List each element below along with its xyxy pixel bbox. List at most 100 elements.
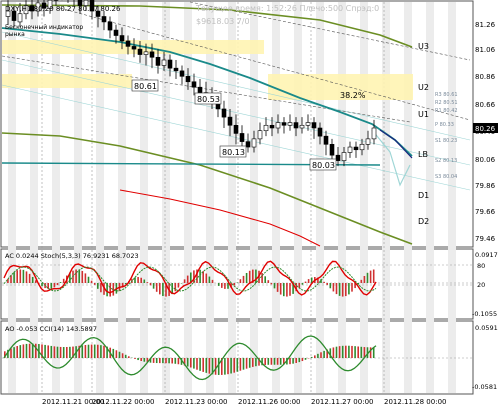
ao-bar: [279, 358, 282, 365]
ao-bar: [193, 358, 195, 369]
session-band: [74, 2, 82, 393]
ao-bar: [171, 358, 173, 364]
candle-body: [107, 21, 113, 31]
session-band: [360, 2, 368, 393]
candle-body: [347, 146, 353, 153]
price-axis[interactable]: 81.26 81.06 80.86 80.66 80.46 80.26 80.0…: [473, 21, 498, 243]
ao-bar: [168, 358, 170, 364]
ac-bar: [369, 270, 372, 283]
ac-bar: [56, 283, 59, 286]
ao-bar: [323, 350, 325, 358]
ac-bar: [338, 283, 341, 296]
ao-bar: [174, 358, 177, 364]
ao-bar: [177, 358, 180, 365]
ao-bar: [115, 350, 118, 358]
ao-bar: [276, 358, 279, 365]
ac-bar: [100, 283, 102, 293]
ac-bar: [217, 283, 220, 286]
ao-bar: [273, 358, 276, 365]
ac-bar: [90, 280, 93, 283]
ao-bar: [159, 358, 161, 364]
candle-body: [311, 122, 317, 129]
ao-bar: [118, 351, 121, 358]
ao-bar: [351, 345, 353, 358]
ac-bar: [41, 283, 43, 287]
ao-bar: [233, 358, 235, 373]
ao-bar: [348, 345, 350, 358]
ac-bar: [351, 283, 353, 292]
ac-bar: [267, 280, 270, 283]
candle-body: [281, 122, 287, 126]
ac-bar: [227, 283, 229, 289]
candle-body: [179, 70, 185, 77]
ao-bar: [44, 344, 46, 358]
ac-bar: [177, 283, 180, 288]
indicator-note: Бесконечный индикатор: [5, 24, 83, 31]
ao-bar: [298, 358, 301, 363]
session-band: [228, 2, 236, 393]
session-band: [30, 2, 38, 393]
candle-body: [293, 122, 299, 129]
ac-bar: [199, 269, 201, 283]
price-tick: 80.06: [475, 156, 496, 164]
session-band: [184, 2, 192, 393]
price-tick: 79.46: [475, 235, 496, 243]
ac-bar: [140, 277, 142, 283]
ao-tick: 0.0591: [475, 324, 498, 332]
ac-bar: [159, 283, 161, 295]
ac-bar: [304, 281, 307, 283]
ac-bar: [264, 276, 266, 283]
time-axis[interactable]: 2012.11.21 00:00 2012.11.22 00:00 2012.1…: [42, 398, 446, 406]
candle-body: [371, 127, 377, 140]
ao-bar: [236, 358, 239, 372]
session-band: [140, 2, 148, 393]
ao-bar: [62, 347, 65, 358]
current-price-label: 80.26: [475, 125, 496, 133]
ao-bar: [196, 358, 198, 370]
trading-chart[interactable]: DXY,H1 80.20 80.27 80.17 80.26 Текущее в…: [0, 0, 500, 408]
session-band: [272, 2, 280, 393]
ao-bar: [134, 358, 136, 359]
candle-body: [197, 86, 203, 93]
ac-bar: [224, 283, 226, 289]
session-band: [206, 2, 214, 393]
ac-bar: [186, 275, 189, 283]
ao-bar: [53, 346, 56, 358]
ac-bar: [25, 271, 28, 283]
main-price-panel[interactable]: [0, 0, 474, 248]
level-lb: LB: [418, 150, 428, 159]
candle-body: [149, 51, 155, 58]
time-tick: 2012.11.26 00:00: [238, 398, 300, 406]
ac-stoch-label: AC 0.0244 Stoch(5,3,3) 76.9231 68.7023: [5, 252, 139, 260]
candle-body: [329, 144, 335, 156]
ac-tick: -0.1055: [472, 310, 497, 318]
ao-bar: [59, 346, 62, 358]
ao-bar: [270, 358, 273, 365]
ac-bar: [202, 271, 204, 283]
level-u1: U1: [418, 110, 429, 119]
ao-bar: [199, 358, 201, 371]
ac-tick: 0.0917: [475, 251, 498, 259]
ao-bar: [205, 358, 208, 373]
ac-bar: [298, 283, 301, 288]
ac-bar: [81, 270, 84, 283]
ao-bar: [22, 344, 25, 358]
ao-bar: [239, 358, 242, 371]
ao-bar: [35, 343, 37, 358]
ao-bar: [202, 358, 204, 372]
candle-body: [143, 51, 149, 55]
ac-bar: [270, 283, 273, 285]
price-tick: 80.66: [475, 101, 496, 109]
ac-bar: [372, 269, 375, 283]
ao-tick: -0.0581: [472, 383, 497, 391]
pivot-p: P 80.33: [435, 122, 454, 128]
ac-bar: [155, 283, 158, 292]
ac-bar: [183, 279, 186, 283]
ac-bar: [307, 279, 310, 283]
ac-bar: [174, 283, 177, 292]
stoch-tick-20: 20: [477, 281, 485, 289]
ao-bar: [341, 345, 344, 358]
ao-bar: [84, 344, 87, 358]
ac-bar: [152, 283, 155, 289]
ac-bar: [255, 269, 257, 283]
